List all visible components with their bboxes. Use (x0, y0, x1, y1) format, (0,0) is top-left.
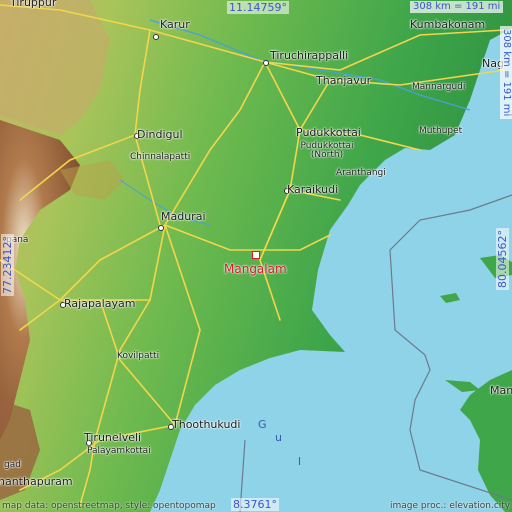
elevation-map[interactable]: Mangalam Tiruppur Karur Kumbakonam Tiruc… (0, 0, 512, 512)
map-credit-left: map data: openstreetmap, style: opentopo… (2, 501, 216, 511)
city-label-rajapalayam[interactable]: Rajapalayam (64, 298, 135, 309)
coord-right: 80.04562° (496, 228, 509, 290)
map-credit-right: image proc.: elevation.city (390, 501, 511, 511)
city-label-pudukkottai-north[interactable]: Pudukkottai (North) (292, 142, 362, 160)
city-label-tiruppur[interactable]: Tiruppur (10, 0, 56, 8)
scale-label-right: 308 km = 191 mi (500, 26, 512, 120)
city-label-nanthapuram[interactable]: nanthapuram (0, 476, 73, 487)
sea-label-letter: G (258, 418, 267, 431)
city-label-pudukkottai[interactable]: Pudukkottai (296, 127, 361, 138)
city-label-mannar[interactable]: Man (490, 385, 512, 396)
city-label-chinnalapatti[interactable]: Chinnalapatti (130, 153, 190, 162)
sea-label-letter: u (275, 431, 282, 444)
city-label-madurai[interactable]: Madurai (161, 211, 206, 222)
scale-label-top: 308 km = 191 mi (410, 1, 504, 13)
city-label-thanjavur[interactable]: Thanjavur (316, 75, 371, 86)
city-marker (263, 60, 269, 66)
coord-bottom: 8.3761° (231, 498, 279, 511)
city-label-tiruchirappalli[interactable]: Tiruchirappalli (270, 50, 348, 61)
city-marker (153, 34, 159, 40)
city-label-karaikudi[interactable]: Karaikudi (287, 184, 338, 195)
city-label-aranthangi[interactable]: Aranthangi (336, 169, 386, 178)
sea-label-letter: l (298, 455, 302, 468)
city-label-kovilpatti[interactable]: Kovilpatti (117, 352, 159, 361)
target-label[interactable]: Mangalam (224, 263, 287, 275)
coord-left: 77.23412° (1, 234, 14, 296)
coord-top: 11.14759° (227, 1, 289, 14)
city-label-thoothukudi[interactable]: Thoothukudi (172, 419, 240, 430)
city-label-kumbakonam[interactable]: Kumbakonam (410, 19, 485, 30)
city-label-dindigul[interactable]: Dindigul (137, 129, 183, 140)
city-label-muthupet[interactable]: Muthupet (419, 127, 462, 136)
city-marker (158, 225, 164, 231)
city-label-gadag[interactable]: gad (4, 461, 21, 470)
city-label-tirunelveli[interactable]: Tirunelveli (84, 432, 141, 443)
city-label-karur[interactable]: Karur (160, 19, 190, 30)
city-label-palayamkottai[interactable]: Palayamkottai (87, 447, 151, 456)
city-label-mannargudi[interactable]: Mannargudi (412, 83, 465, 92)
target-marker[interactable] (252, 251, 260, 259)
